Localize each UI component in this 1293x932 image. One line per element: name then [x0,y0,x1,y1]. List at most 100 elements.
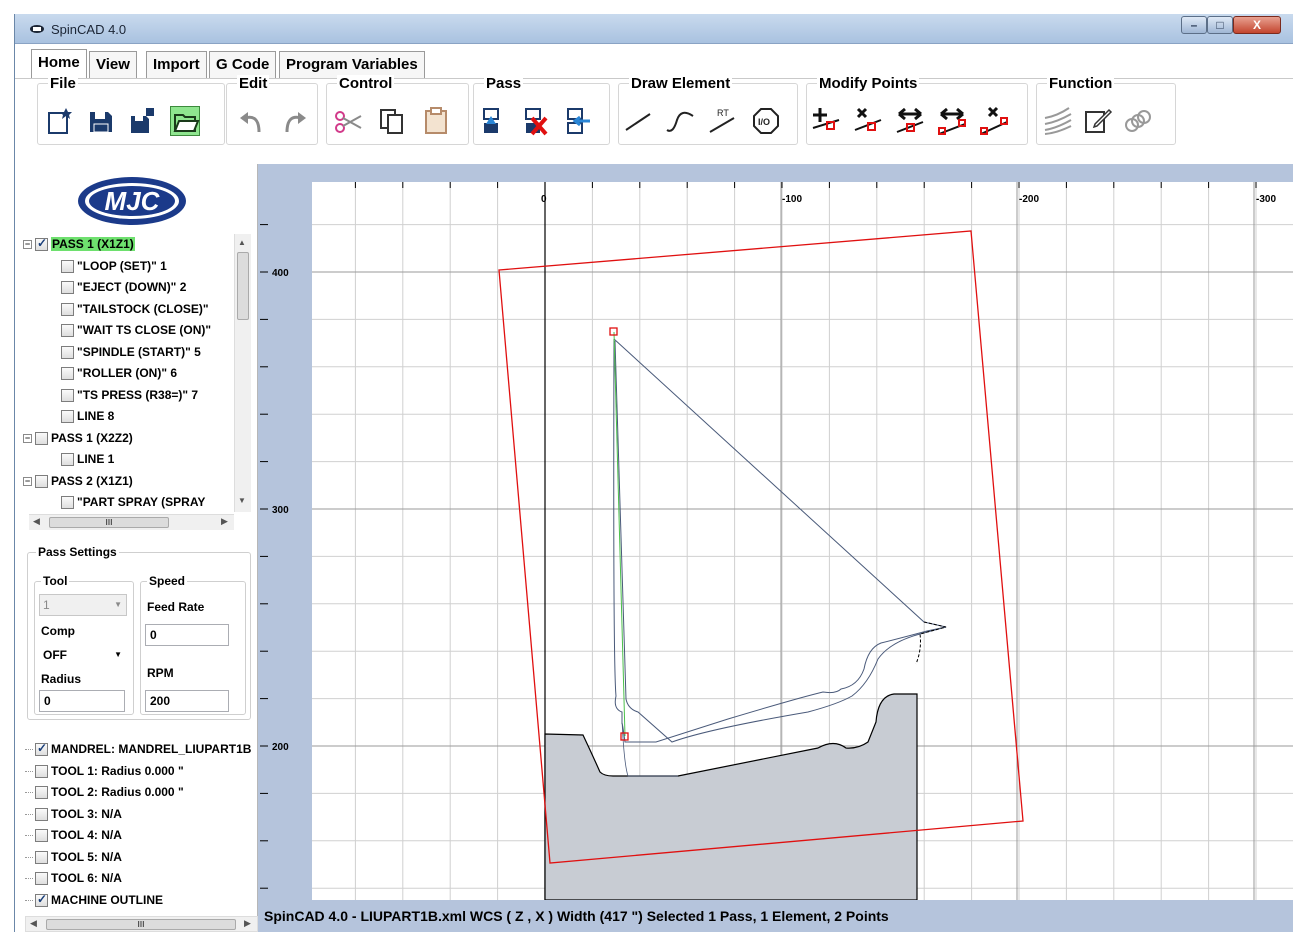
comp-select[interactable]: OFF ▼ [39,644,127,666]
line-tool-icon[interactable] [623,106,653,136]
close-button[interactable]: X [1233,16,1281,34]
io-tool-icon[interactable]: I/O [751,106,781,136]
radius-input[interactable]: 0 [39,690,125,712]
tree-item-part-spray[interactable]: "PART SPRAY (SPRAY [61,492,205,512]
tab-import[interactable]: Import [146,51,207,79]
scroll-down-icon[interactable]: ▼ [238,496,246,505]
tree-horizontal-scrollbar[interactable]: ◀ III ▶ [29,514,234,530]
collapse-icon[interactable]: − [23,433,32,443]
cut-icon[interactable] [333,106,363,136]
open-file-icon[interactable] [170,106,200,136]
tool-item-mandrel[interactable]: MANDREL: MANDREL_LIUPART1B [25,739,251,759]
minimize-button[interactable]: – [1181,16,1207,34]
scroll-left-icon[interactable]: ◀ [30,918,37,929]
insert-pass-icon[interactable] [562,106,592,136]
tool-checkbox[interactable] [35,741,48,756]
window-title: SpinCAD 4.0 [51,22,127,37]
save-icon[interactable] [86,106,116,136]
tree-checkbox[interactable] [61,366,74,380]
undo-icon[interactable] [237,106,267,136]
tool-item-tool-1[interactable]: TOOL 1: Radius 0.000 " [25,761,184,781]
tree-item-line-1[interactable]: LINE 1 [61,449,114,469]
scroll-right-icon[interactable]: ▶ [244,918,251,929]
tool-item-tool-2[interactable]: TOOL 2: Radius 0.000 " [25,782,184,802]
tool-checkbox[interactable] [35,892,48,907]
tree-checkbox[interactable] [61,388,74,402]
scroll-up-icon[interactable]: ▲ [238,238,246,247]
tree-checkbox[interactable] [35,236,48,251]
tree-item-pass-2-x1z1[interactable]: − PASS 2 (X1Z1) [23,471,133,491]
tool-item-tool-4[interactable]: TOOL 4: N/A [25,825,122,845]
tool-item-tool-5[interactable]: TOOL 5: N/A [25,847,122,867]
status-bar: SpinCAD 4.0 - LIUPART1B.xml WCS ( Z , X … [258,900,1293,932]
tree-item-tailstock-close[interactable]: "TAILSTOCK (CLOSE)" [61,299,209,319]
tool-item-machine-outline[interactable]: MACHINE OUTLINE [25,890,163,910]
edit-function-icon[interactable] [1083,106,1113,136]
tree-checkbox[interactable] [61,409,74,423]
tree-vertical-scrollbar[interactable]: ▲ ▼ [234,234,251,512]
delete-pass-icon[interactable] [520,106,550,136]
rpm-input[interactable]: 200 [145,690,229,712]
cad-view[interactable]: 0 -100 -200 -300 400 300 200 [258,164,1293,900]
tree-checkbox[interactable] [61,323,74,337]
tree-item-wait-ts-close[interactable]: "WAIT TS CLOSE (ON)" [61,320,211,340]
paste-icon[interactable] [421,106,451,136]
link-function-icon[interactable] [1123,106,1153,136]
tree-checkbox[interactable] [61,452,74,466]
offset-function-icon[interactable] [1043,106,1073,136]
tree-item-spindle-start[interactable]: "SPINDLE (START)" 5 [61,342,201,362]
delete-point-icon[interactable] [853,106,883,136]
tools-list: MANDREL: MANDREL_LIUPART1B TOOL 1: Radiu… [25,739,258,919]
delete-points-icon[interactable] [979,106,1009,136]
tree-item-pass-1-x2z2[interactable]: − PASS 1 (X2Z2) [23,428,133,448]
tool-checkbox[interactable] [35,850,48,864]
maximize-button[interactable]: □ [1207,16,1233,34]
scroll-thumb[interactable]: III [49,517,169,528]
redo-icon[interactable] [279,106,309,136]
drawing-canvas[interactable]: 0 -100 -200 -300 400 300 200 [258,164,1293,900]
tree-checkbox[interactable] [61,345,74,359]
collapse-icon[interactable]: − [23,476,32,486]
tool-checkbox[interactable] [35,785,48,799]
ruler-label-200: 200 [272,742,289,753]
tree-checkbox[interactable] [61,302,74,316]
tool-checkbox[interactable] [35,871,48,885]
tool-checkbox[interactable] [35,828,48,842]
add-point-icon[interactable] [811,106,841,136]
tree-item-pass-1-x1z1[interactable]: −PASS 1 (X1Z1) [23,234,135,254]
scroll-right-icon[interactable]: ▶ [221,516,228,527]
tree-item-loop-set[interactable]: "LOOP (SET)" 1 [61,256,167,276]
copy-icon[interactable] [377,106,407,136]
tool-checkbox[interactable] [35,807,48,821]
scroll-left-icon[interactable]: ◀ [33,516,40,527]
tool-select[interactable]: 1 ▼ [39,594,127,616]
feed-rate-input[interactable]: 0 [145,624,229,646]
add-pass-icon[interactable] [478,106,508,136]
save-as-icon[interactable] [128,106,158,136]
tool-checkbox[interactable] [35,764,48,778]
new-file-icon[interactable] [44,106,74,136]
tree-item-ts-press[interactable]: "TS PRESS (R38=)" 7 [61,385,198,405]
app-icon [30,25,44,33]
tree-checkbox[interactable] [61,495,74,509]
tree-checkbox[interactable] [35,474,48,488]
scroll-thumb[interactable]: III [46,919,236,930]
tool-item-tool-6[interactable]: TOOL 6: N/A [25,868,122,888]
arc-tool-icon[interactable] [665,106,695,136]
tab-view[interactable]: View [89,51,137,79]
tree-item-roller-on[interactable]: "ROLLER (ON)" 6 [61,363,177,383]
stretch-point-icon[interactable] [937,106,967,136]
tree-checkbox[interactable] [35,431,48,445]
ruler-label-300: 300 [272,505,289,516]
rt-tool-icon[interactable]: RT [707,106,737,136]
tree-checkbox[interactable] [61,280,74,294]
mjc-logo-text: MJC [105,186,161,216]
tools-horizontal-scrollbar[interactable]: ◀ III ▶ [25,916,258,932]
tree-item-line-8[interactable]: LINE 8 [61,406,114,426]
move-point-icon[interactable] [895,106,925,136]
tree-checkbox[interactable] [61,259,74,273]
tool-item-tool-3[interactable]: TOOL 3: N/A [25,804,122,824]
collapse-icon[interactable]: − [23,239,32,249]
tree-item-eject-down[interactable]: "EJECT (DOWN)" 2 [61,277,186,297]
scroll-thumb[interactable] [237,252,249,320]
